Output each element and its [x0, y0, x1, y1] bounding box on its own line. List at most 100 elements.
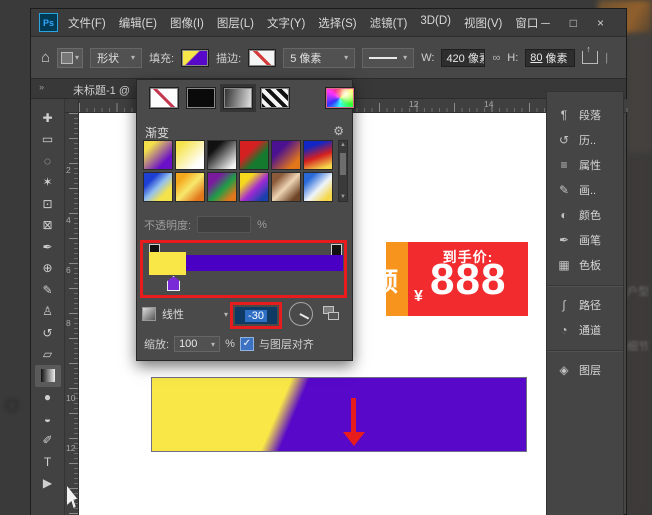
angle-field[interactable]: -30: [235, 307, 277, 324]
opacity-field[interactable]: [197, 216, 251, 233]
tool-mode-select[interactable]: 形状▾: [90, 48, 142, 68]
gradient-style-label: 线性: [162, 306, 184, 322]
panel-paragraph[interactable]: ¶ 段落: [547, 102, 623, 127]
panel-color[interactable]: ◐ 颜色: [547, 202, 623, 227]
pen-tool[interactable]: ✐: [35, 430, 61, 452]
lasso-tool[interactable]: ◌: [35, 150, 61, 172]
brush-tool[interactable]: ✎: [35, 279, 61, 301]
history-brush-tool[interactable]: ↺: [35, 322, 61, 344]
panel-icon: ▦: [557, 258, 571, 272]
stroke-swatch[interactable]: [248, 49, 276, 67]
move-tool[interactable]: ✚: [35, 107, 61, 129]
minimize-button[interactable]: ─: [541, 16, 550, 30]
menu-type[interactable]: 文字(Y): [267, 15, 305, 31]
panel-swatches[interactable]: ▦ 色板: [547, 252, 623, 277]
export-icon[interactable]: ↑: [582, 51, 598, 64]
eraser-tool[interactable]: ▱: [35, 344, 61, 366]
gradient-tool[interactable]: [35, 365, 61, 387]
scrollbar-thumb[interactable]: [340, 153, 346, 175]
gradient-bar-purple[interactable]: [186, 255, 343, 271]
color-picker-button[interactable]: [325, 87, 355, 109]
align-checkbox[interactable]: ✓: [240, 337, 254, 351]
gradient-blue-red-yellow[interactable]: [303, 140, 333, 170]
panel-paths[interactable]: ∫ 路径: [547, 292, 623, 317]
document-tab[interactable]: 未标题-1 @: [73, 82, 130, 98]
healing-brush-tool[interactable]: ⊕: [35, 258, 61, 280]
gradient-purple-green-orange[interactable]: [207, 172, 237, 202]
gradient-orange-yellow[interactable]: [175, 172, 205, 202]
gradient-blue-yellow[interactable]: [143, 172, 173, 202]
pattern-fill-button[interactable]: [260, 87, 290, 109]
panel-channels[interactable]: ◔ 通道: [547, 317, 623, 342]
gradient-fill-button[interactable]: [223, 87, 253, 109]
home-icon[interactable]: ⌂: [41, 49, 50, 66]
screenshot-stage: 户型 细节 o Ps 文件(F)编辑(E)图像(I)图层(L)文字(Y)选择(S…: [0, 0, 652, 515]
menu-view[interactable]: 视图(V): [464, 15, 502, 31]
align-label: 与图层对齐: [259, 336, 314, 352]
panel-brush-settings[interactable]: ✎ 画..: [547, 177, 623, 202]
panel-properties[interactable]: ≡ 属性: [547, 152, 623, 177]
ruler-number: 8: [66, 318, 71, 328]
gradient-blue-white-yellow[interactable]: [303, 172, 333, 202]
backdrop-text: 细节: [627, 338, 649, 354]
gradient-copper[interactable]: [271, 172, 301, 202]
collapse-panels-icon[interactable]: »: [39, 82, 45, 92]
type-tool[interactable]: T: [35, 451, 61, 473]
stroke-width-select[interactable]: 5 像素▾: [283, 48, 355, 68]
eyedropper-tool[interactable]: ✒: [35, 236, 61, 258]
panel-icon: ✒: [557, 233, 571, 247]
menu-select[interactable]: 选择(S): [318, 15, 356, 31]
stroke-type-select[interactable]: ▾: [362, 48, 414, 68]
gradient-style-row[interactable]: 线性 ▾: [142, 306, 228, 322]
tool-icon: T: [41, 455, 55, 468]
link-dimensions-icon[interactable]: ∞: [492, 52, 500, 64]
scroll-down-icon[interactable]: ▼: [339, 193, 347, 201]
panel-icon: ↺: [557, 133, 571, 147]
marquee-tool[interactable]: ▭: [35, 129, 61, 151]
gradient-purple-orange[interactable]: [271, 140, 301, 170]
width-field[interactable]: 420 像素: [441, 49, 485, 67]
panel-layers[interactable]: ◈ 图层: [547, 357, 623, 382]
scale-select[interactable]: 100▾: [174, 336, 220, 352]
gradient-bar-yellow[interactable]: [149, 252, 186, 275]
vertical-ruler[interactable]: 2468101214: [65, 113, 79, 515]
menu-image[interactable]: 图像(I): [170, 15, 204, 31]
height-field[interactable]: 80像素: [525, 49, 575, 67]
gradient-black-white[interactable]: [207, 140, 237, 170]
close-button[interactable]: ×: [597, 16, 604, 30]
chevron-down-icon: ▾: [131, 53, 135, 62]
menu-layer[interactable]: 图层(L): [217, 15, 254, 31]
panel-brushes[interactable]: ✒ 画笔: [547, 227, 623, 252]
swatch-scrollbar[interactable]: ▲ ▼: [338, 140, 348, 202]
dodge-tool[interactable]: ◒: [35, 408, 61, 430]
tool-icon: ●: [41, 391, 55, 404]
gear-icon[interactable]: ⚙: [333, 124, 344, 141]
no-fill-button[interactable]: [149, 87, 179, 109]
backdrop-text: 户型: [627, 283, 649, 299]
tool-preset-picker[interactable]: ▾: [57, 48, 83, 68]
color-stop[interactable]: [167, 276, 180, 291]
gradient-yellow-transparent[interactable]: [175, 140, 205, 170]
frame-tool[interactable]: ⊠: [35, 215, 61, 237]
menu-filter[interactable]: 滤镜(T): [370, 15, 408, 31]
path-select-tool[interactable]: ▶: [35, 473, 61, 495]
scroll-up-icon[interactable]: ▲: [339, 141, 347, 149]
magic-wand-tool[interactable]: ✶: [35, 172, 61, 194]
menu-edit[interactable]: 编辑(E): [119, 15, 157, 31]
gradient-shape-rect[interactable]: [151, 377, 527, 452]
menu-file[interactable]: 文件(F): [68, 15, 106, 31]
menu-window[interactable]: 窗口: [515, 15, 538, 31]
gradient-red-green[interactable]: [239, 140, 269, 170]
angle-dial[interactable]: [289, 302, 313, 326]
blur-tool[interactable]: ●: [35, 387, 61, 409]
gradient-yellow-purple[interactable]: [143, 140, 173, 170]
crop-tool[interactable]: ⊡: [35, 193, 61, 215]
gradient-yellow-purple-blue[interactable]: [239, 172, 269, 202]
solid-fill-button[interactable]: [186, 87, 216, 109]
panel-history[interactable]: ↺ 历..: [547, 127, 623, 152]
reverse-gradient-icon[interactable]: [323, 306, 339, 320]
menu-3d[interactable]: 3D(D): [420, 15, 451, 31]
clone-stamp-tool[interactable]: ♙: [35, 301, 61, 323]
fill-swatch[interactable]: [181, 49, 209, 67]
maximize-button[interactable]: □: [570, 16, 577, 30]
